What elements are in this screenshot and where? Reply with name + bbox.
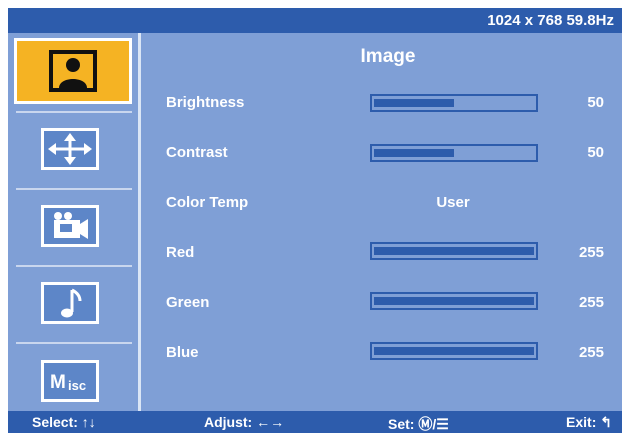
red-value: 255 [578,244,604,261]
sidebar-item-misc[interactable]: M isc [41,360,99,402]
contrast-label: Contrast [166,144,228,161]
red-fill [374,247,534,255]
resolution-readout: 1024 x 768 59.8Hz [487,12,614,29]
red-label: Red [166,244,195,261]
brightness-fill [374,99,454,107]
brightness-label: Brightness [166,94,245,111]
blue-label: Blue [166,344,199,361]
sidebar-separator [16,111,132,113]
sidebar-item-audio[interactable] [41,282,99,324]
contrast-value: 50 [587,144,604,161]
contrast-slider[interactable] [370,144,538,162]
blue-fill [374,347,534,355]
sidebar-separator [16,188,132,190]
color-temp-value[interactable]: User [403,194,503,211]
green-slider[interactable] [370,292,538,310]
brightness-slider[interactable] [370,94,538,112]
panel-divider [138,33,141,413]
sidebar-separator [16,342,132,344]
sidebar-item-geometry[interactable] [41,128,99,170]
brightness-value: 50 [587,94,604,111]
exit-hint: Exit: ↰ [566,414,612,430]
contrast-fill [374,149,454,157]
color-temp-label: Color Temp [166,194,249,211]
green-fill [374,297,534,305]
music-note-icon [61,288,82,318]
top-bar: 1024 x 768 59.8Hz [8,8,622,33]
page-title: Image [360,46,416,67]
video-camera-icon [54,212,88,239]
sidebar-item-image[interactable] [14,38,132,104]
osd-menu: 1024 x 768 59.8Hz M isc Image Brightness… [8,8,622,433]
move-arrows-icon [48,133,92,165]
blue-slider[interactable] [370,342,538,360]
image-person-icon [49,50,97,92]
sidebar: M isc [8,33,138,413]
sidebar-item-video[interactable] [41,205,99,247]
sidebar-separator [16,265,132,267]
blue-value: 255 [578,344,604,361]
green-value: 255 [578,294,604,311]
misc-icon: M isc [50,372,87,393]
select-hint: Select: ↑↓ [32,414,96,430]
footer-hints: Select: ↑↓ Adjust: ←→ Set: Ⓜ/☰ Exit: ↰ [8,411,622,433]
green-label: Green [166,294,210,311]
red-slider[interactable] [370,242,538,260]
adjust-hint: Adjust: ←→ [204,414,285,430]
set-hint: Set: Ⓜ/☰ [388,416,449,432]
